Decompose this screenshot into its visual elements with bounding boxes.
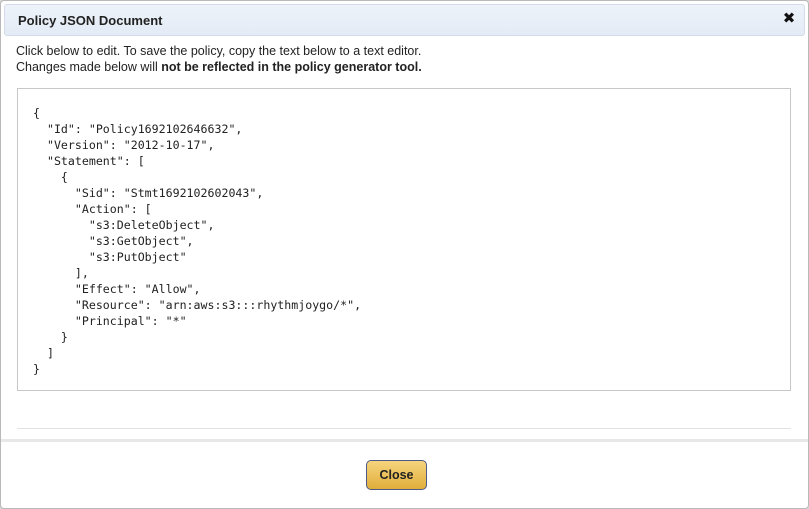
close-x-icon[interactable]: ✖: [781, 11, 797, 27]
policy-json-text[interactable]: { "Id": "Policy1692102646632", "Version"…: [33, 105, 361, 377]
close-button[interactable]: Close: [366, 460, 427, 490]
instructions-line-2: Changes made below will not be reflected…: [16, 59, 422, 75]
policy-json-dialog: Policy JSON Document ✖ Click below to ed…: [0, 0, 809, 509]
dialog-footer: Close: [4, 442, 805, 505]
instructions-line-1: Click below to edit. To save the policy,…: [16, 44, 422, 58]
dialog-content: Click below to edit. To save the policy,…: [4, 36, 805, 439]
instructions: Click below to edit. To save the policy,…: [16, 43, 422, 75]
instructions-line-2-prefix: Changes made below will: [16, 60, 162, 74]
dialog-title-bar[interactable]: Policy JSON Document ✖: [4, 4, 805, 36]
policy-json-editor[interactable]: { "Id": "Policy1692102646632", "Version"…: [17, 88, 791, 391]
content-divider: [17, 428, 791, 429]
dialog-title: Policy JSON Document: [18, 13, 163, 28]
instructions-line-2-bold: not be reflected in the policy generator…: [161, 60, 422, 74]
